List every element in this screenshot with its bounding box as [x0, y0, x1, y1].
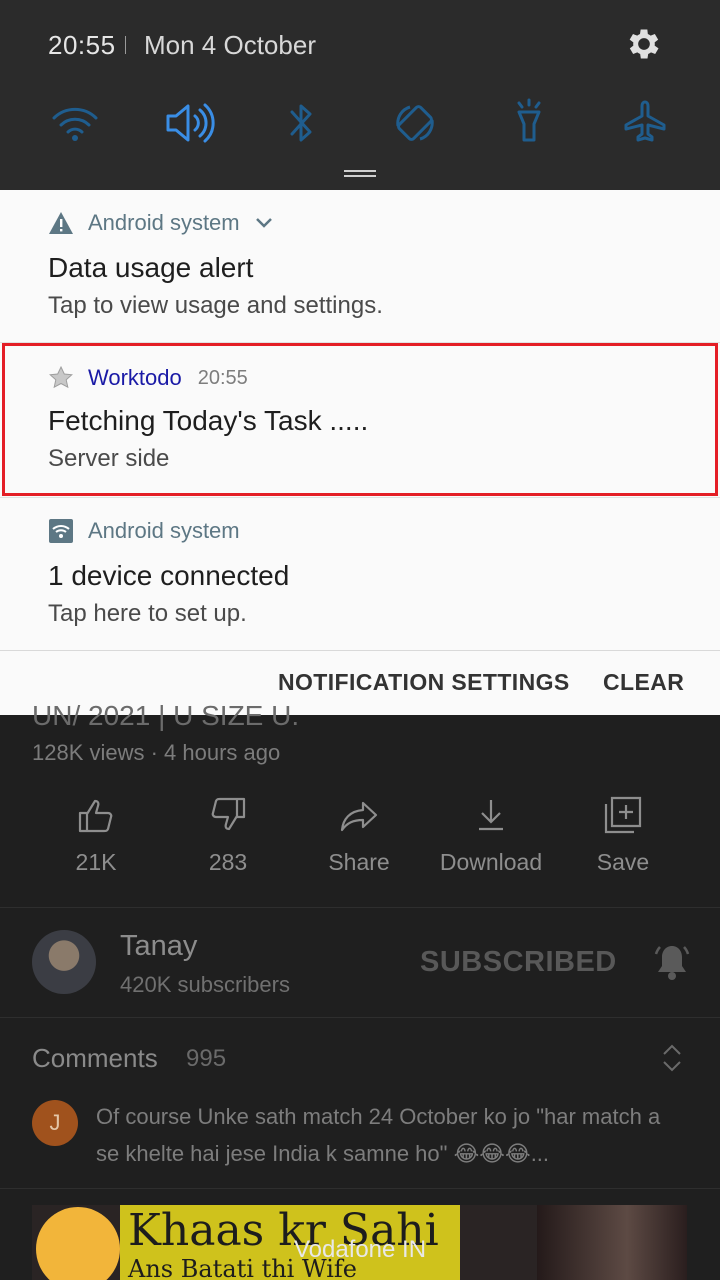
dislike-button[interactable]: 283	[163, 795, 293, 876]
notification-title: 1 device connected	[48, 560, 290, 591]
notification-text: Tap to view usage and settings.	[48, 292, 383, 319]
comments-heading[interactable]: Comments	[32, 1043, 158, 1074]
notification-app-name: Android system	[88, 518, 240, 543]
warning-icon	[49, 212, 73, 234]
status-time: 20:55	[48, 30, 116, 60]
status-date: Mon 4 October	[144, 30, 316, 60]
notification-header: Android system	[48, 208, 274, 238]
save-to-playlist-icon	[604, 796, 642, 834]
bluetooth-icon[interactable]	[274, 96, 328, 150]
video-meta: 128K views · 4 hours ago	[32, 740, 281, 765]
divider	[0, 1017, 720, 1018]
thumbs-up-icon	[78, 799, 113, 833]
video-actions-row: 21K 283 Share Download Save	[0, 795, 720, 895]
notification-text: Tap here to set up.	[48, 600, 247, 627]
quick-tiles-row	[0, 96, 720, 150]
divider	[0, 1188, 720, 1189]
highlight-frame	[2, 343, 718, 496]
panel-drag-handle[interactable]	[344, 170, 376, 178]
chevron-down-icon[interactable]	[254, 216, 274, 230]
dislike-count: 283	[208, 849, 248, 875]
notification-device-connected[interactable]: Android system 1 device connected Tap he…	[0, 498, 720, 650]
thumbs-down-icon	[211, 797, 246, 831]
save-label: Save	[596, 849, 650, 875]
channel-subscriber-count: 420K subscribers	[120, 972, 290, 997]
wifi-share-icon	[49, 519, 73, 543]
sound-icon[interactable]	[162, 96, 216, 150]
carrier-label: Vodafone IN	[293, 1236, 427, 1263]
quick-settings-panel: 20:55 Mon 4 October	[0, 0, 720, 190]
comment-text: Of course Unke sath match 24 October ko …	[96, 1104, 661, 1166]
airplane-mode-icon[interactable]	[618, 96, 672, 150]
channel-name[interactable]: Tanay	[120, 930, 197, 963]
settings-gear-icon[interactable]	[624, 24, 664, 64]
notification-title: Data usage alert	[48, 252, 254, 283]
download-button[interactable]: Download	[426, 795, 556, 876]
divider	[0, 907, 720, 908]
notification-settings-button[interactable]: NOTIFICATION SETTINGS	[278, 669, 570, 696]
wifi-icon[interactable]	[48, 96, 102, 150]
expand-collapse-icon[interactable]	[660, 1042, 684, 1074]
auto-rotate-icon[interactable]	[388, 96, 442, 150]
clear-button[interactable]: CLEAR	[603, 669, 684, 696]
bell-icon[interactable]	[650, 940, 694, 984]
notification-app-name: Android system	[88, 210, 240, 235]
flashlight-icon[interactable]	[502, 96, 556, 150]
share-label: Share	[328, 849, 390, 875]
like-button[interactable]: 21K	[31, 795, 161, 876]
share-icon	[340, 801, 378, 832]
channel-avatar[interactable]	[32, 930, 96, 994]
share-button[interactable]: Share	[294, 795, 424, 876]
comments-count: 995	[186, 1045, 227, 1072]
download-icon	[479, 800, 503, 831]
notification-header: Android system	[48, 516, 240, 546]
download-label: Download	[439, 849, 543, 875]
notification-list: Android system Data usage alert Tap to v…	[0, 190, 720, 715]
subscribed-button[interactable]: SUBSCRIBED	[420, 946, 617, 979]
video-title-fragment: UN/ 2021 | U SIZE U.	[32, 700, 300, 731]
status-separator	[125, 36, 126, 54]
notification-data-usage[interactable]: Android system Data usage alert Tap to v…	[0, 190, 720, 342]
comment-author-avatar[interactable]: J	[32, 1100, 78, 1146]
like-count: 21K	[75, 849, 117, 875]
save-button[interactable]: Save	[558, 795, 688, 876]
